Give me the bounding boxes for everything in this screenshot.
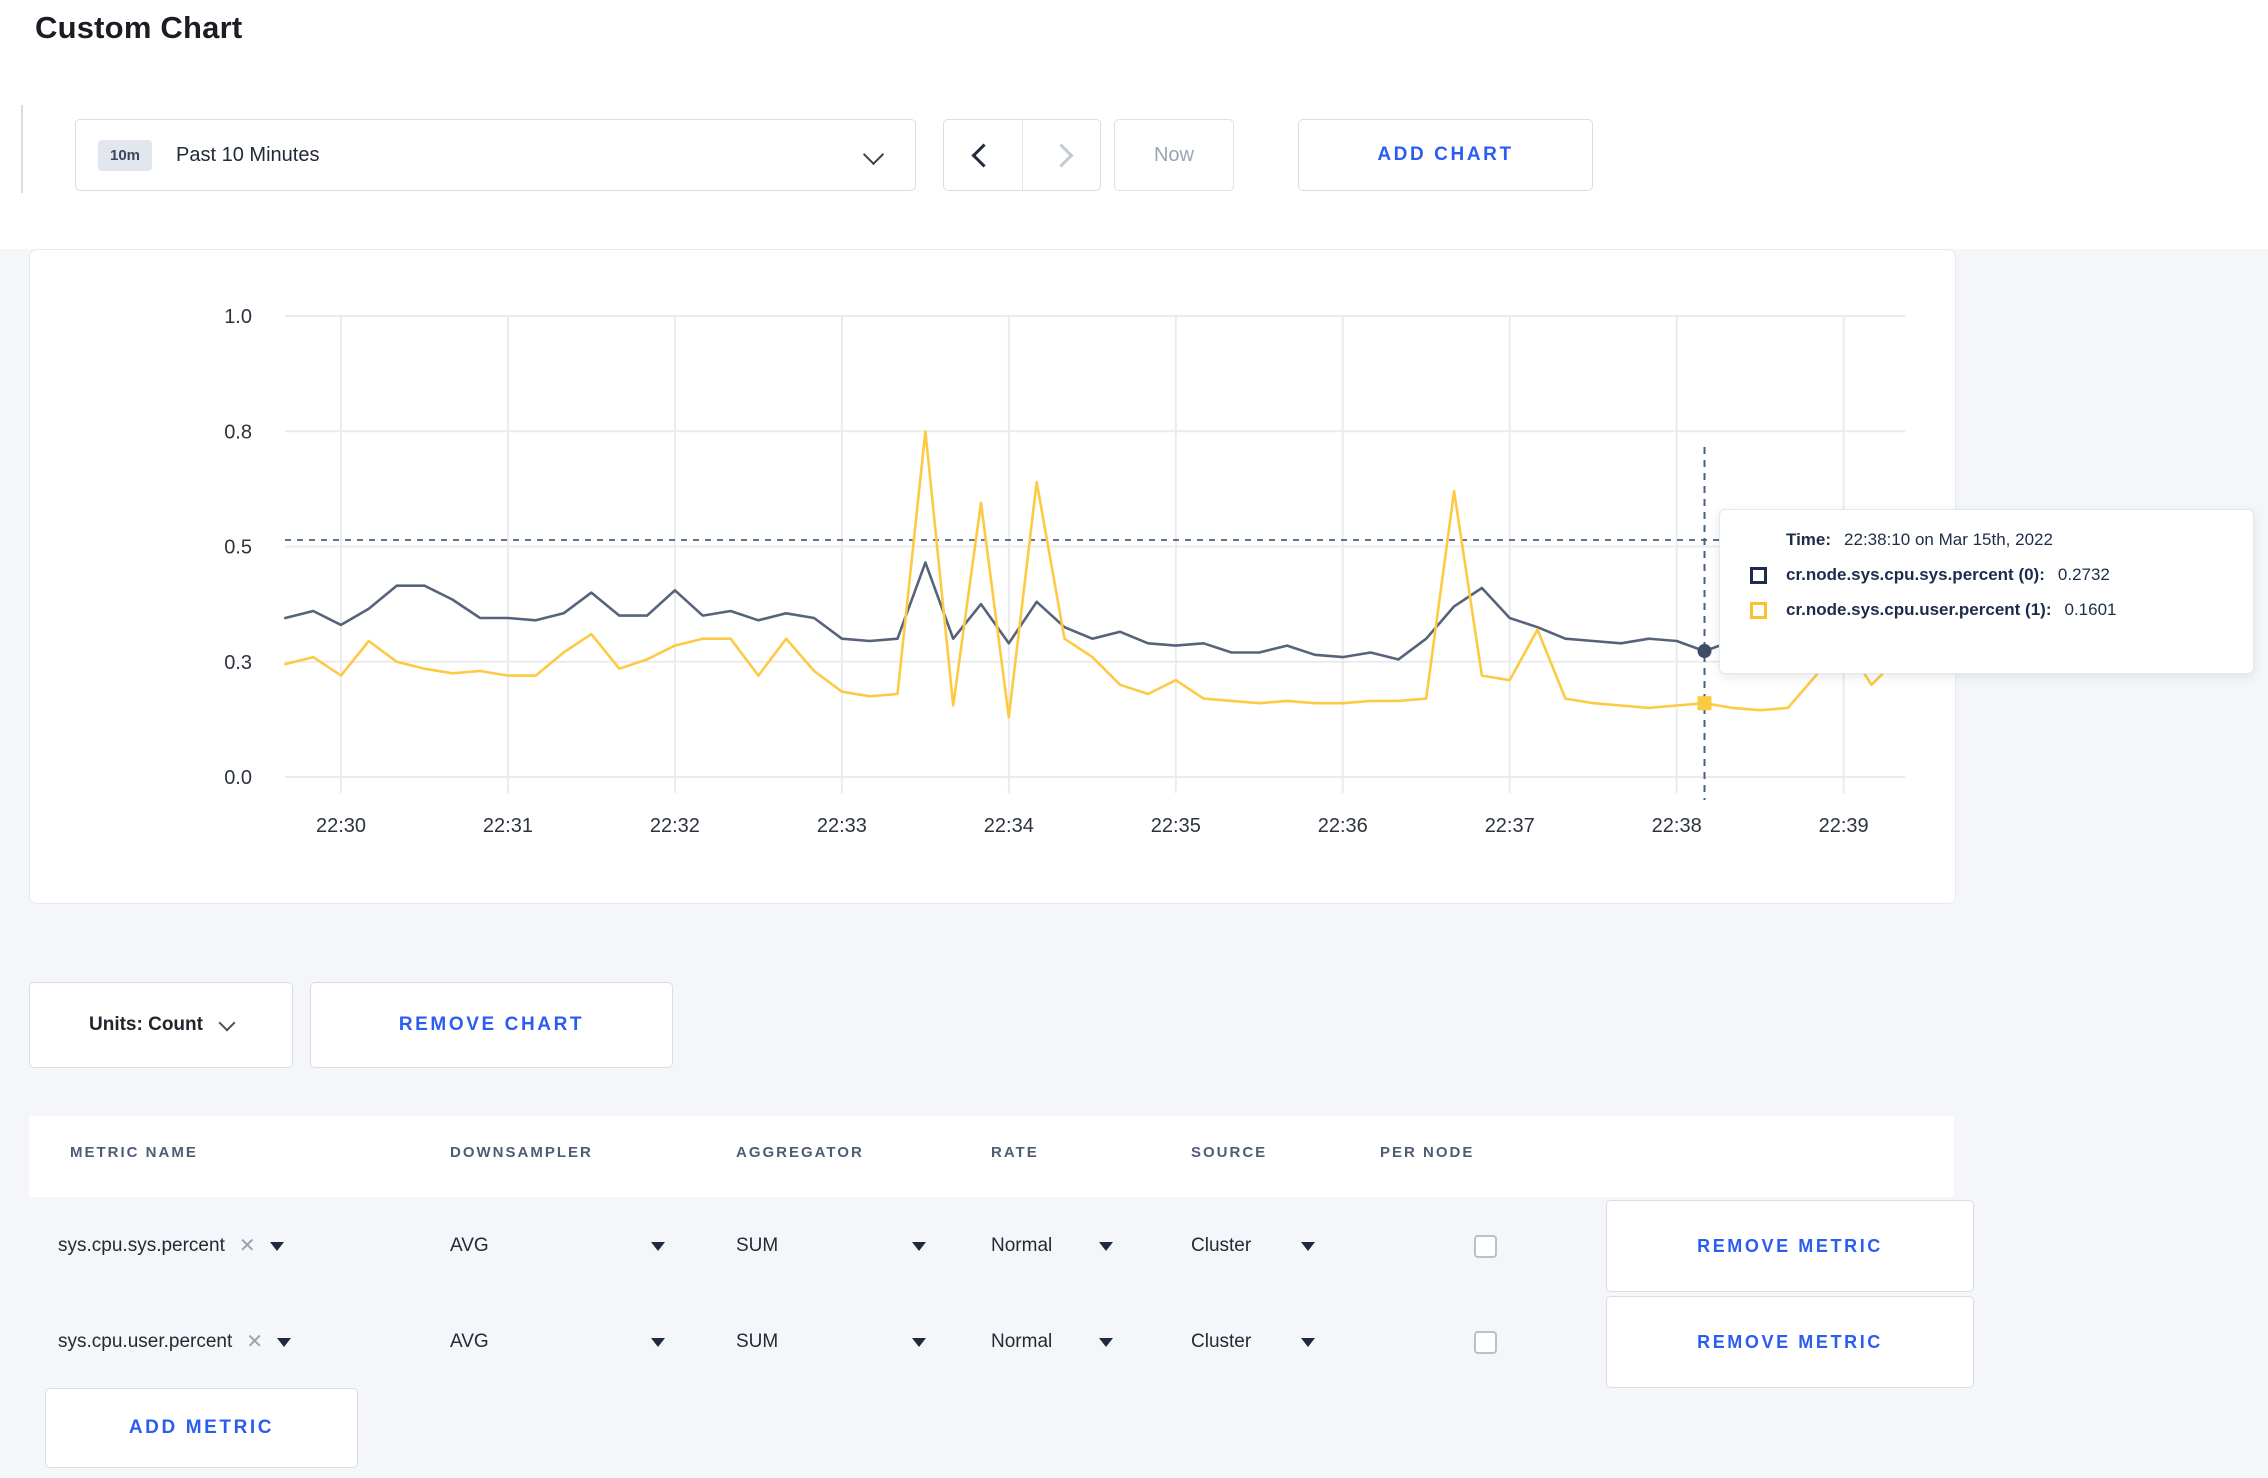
tooltip-series-value: 0.1601 <box>2064 600 2117 619</box>
x-tick-label: 22:30 <box>316 815 366 837</box>
y-tick-label: 0.0 <box>224 767 252 789</box>
tooltip-series-row: cr.node.sys.cpu.user.percent (1): 0.1601 <box>1750 600 2227 620</box>
x-tick-label: 22:38 <box>1652 815 1702 837</box>
chart-tooltip: Time: 22:38:10 on Mar 15th, 2022 cr.node… <box>1719 509 2254 674</box>
x-tick-label: 22:32 <box>650 815 700 837</box>
hover-dot-user <box>1697 696 1712 711</box>
x-tick-label: 22:35 <box>1151 815 1201 837</box>
y-tick-label: 0.5 <box>224 537 252 559</box>
tooltip-series-name: cr.node.sys.cpu.sys.percent (0): <box>1786 565 2045 584</box>
x-tick-label: 22:37 <box>1485 815 1535 837</box>
user-series-legend-icon <box>1750 601 1767 619</box>
tooltip-series-name: cr.node.sys.cpu.user.percent (1): <box>1786 600 2052 619</box>
x-tick-label: 22:39 <box>1819 815 1869 837</box>
tooltip-time-value: 22:38:10 on Mar 15th, 2022 <box>1844 530 2053 549</box>
x-tick-label: 22:33 <box>817 815 867 837</box>
series-line <box>283 429 1901 719</box>
chart-canvas[interactable]: 0.0 0.3 0.5 0.8 1.0 22:30 22:31 22:32 22:33 22:34… <box>0 0 2268 1478</box>
tooltip-series-value: 0.2732 <box>2057 565 2110 584</box>
sys-series-legend-icon <box>1750 566 1767 584</box>
y-tick-label: 1.0 <box>224 306 252 328</box>
x-tick-label: 22:31 <box>483 815 533 837</box>
tooltip-series-row: cr.node.sys.cpu.sys.percent (0): 0.2732 <box>1750 565 2227 585</box>
hover-dot-sys <box>1697 644 1712 659</box>
tooltip-time-row: Time: 22:38:10 on Mar 15th, 2022 <box>1750 530 2227 550</box>
custom-chart-page: Custom Chart 10m Past 10 Minutes Now ADD… <box>0 0 2268 1478</box>
series-line <box>283 561 1901 661</box>
y-tick-label: 0.3 <box>224 652 252 674</box>
x-tick-label: 22:36 <box>1318 815 1368 837</box>
x-tick-label: 22:34 <box>984 815 1034 837</box>
y-tick-label: 0.8 <box>224 421 252 443</box>
tooltip-time-label: Time: <box>1786 530 1832 549</box>
